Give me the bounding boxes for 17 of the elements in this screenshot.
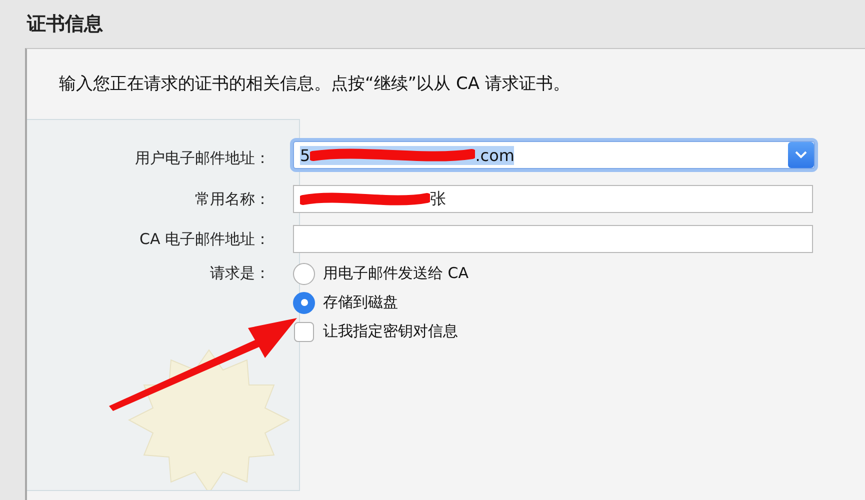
chevron-down-icon [788, 142, 814, 168]
text-input-field[interactable]: 张 [293, 185, 813, 213]
section-title: 证书信息 [27, 12, 103, 37]
intro-text: 输入您正在请求的证书的相关信息。点按“继续”以从 CA 请求证书。 [58, 73, 571, 95]
email-select[interactable]: 5 .com [293, 141, 815, 169]
text-input-field[interactable] [293, 225, 813, 253]
radio-option[interactable]: 存储到磁盘 [293, 288, 815, 317]
radio-button[interactable] [293, 262, 315, 284]
radio-option[interactable]: 用电子邮件发送给 CA [293, 259, 815, 288]
field-label: 请求是： [209, 264, 270, 283]
radio-button[interactable] [293, 292, 315, 314]
checkbox-option[interactable]: 让我指定密钥对信息 [293, 317, 815, 346]
field-label: CA 电子邮件地址： [138, 230, 270, 248]
field-label: 用户电子邮件地址： [134, 148, 270, 168]
checkbox[interactable] [294, 322, 314, 342]
selected-value-text: 5 .com [300, 146, 514, 164]
field-label: 常用名称： [194, 190, 270, 208]
